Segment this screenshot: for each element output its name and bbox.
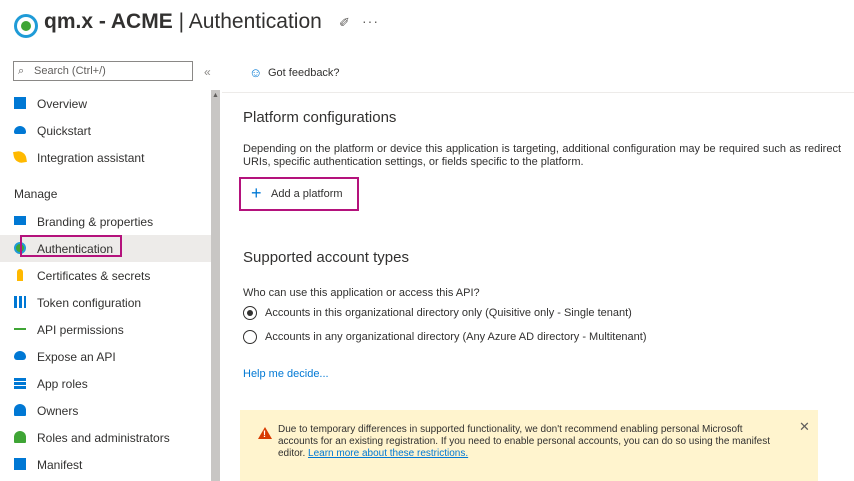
sidebar-item-token-configuration[interactable]: Token configuration	[0, 289, 211, 316]
manifest-icon	[14, 458, 26, 470]
rocket-icon	[13, 150, 27, 164]
sidebar-item-label: Certificates & secrets	[37, 269, 151, 283]
sidebar-item-label: Integration assistant	[37, 151, 145, 165]
pin-icon[interactable]: ✐	[339, 15, 350, 31]
feedback-label: Got feedback?	[268, 67, 340, 79]
token-icon	[14, 296, 26, 308]
account-question: Who can use this application or access t…	[243, 287, 480, 299]
learn-more-link[interactable]: Learn more about these restrictions.	[308, 448, 468, 459]
branding-icon	[14, 216, 26, 225]
sidebar-item-label: Branding & properties	[37, 215, 154, 229]
toolbar-divider	[222, 92, 854, 93]
title-bar: qm.x - ACME | Authentication ✐ ···	[0, 0, 854, 52]
sidebar-item-manifest[interactable]: Manifest	[0, 451, 211, 478]
radio-button-checked[interactable]	[243, 306, 257, 320]
search-box[interactable]: ⌕	[13, 61, 193, 81]
close-icon[interactable]: ✕	[799, 419, 810, 435]
sidebar-item-quickstart[interactable]: Quickstart	[0, 117, 211, 144]
sidebar-item-expose-api[interactable]: Expose an API	[0, 343, 211, 370]
account-types-heading: Supported account types	[243, 249, 409, 266]
sidebar-item-label: Owners	[37, 404, 79, 418]
sidebar-item-roles-administrators[interactable]: Roles and administrators	[0, 424, 211, 451]
page-title: qm.x - ACME | Authentication	[44, 10, 322, 33]
sidebar-item-label: Expose an API	[37, 350, 116, 364]
authentication-highlight	[20, 235, 122, 257]
sidebar-item-label: App roles	[37, 377, 88, 391]
warning-text: Due to temporary differences in supporte…	[278, 424, 770, 459]
sidebar-item-app-roles[interactable]: App roles	[0, 370, 211, 397]
add-platform-label: Add a platform	[271, 188, 343, 200]
sidebar-scrollbar[interactable]	[211, 90, 220, 481]
roles-icon	[14, 377, 26, 389]
api-icon	[14, 328, 26, 330]
key-icon	[17, 269, 23, 281]
cloud-icon	[14, 351, 26, 360]
sidebar-item-label: Roles and administrators	[37, 431, 170, 445]
help-me-decide-link[interactable]: Help me decide...	[243, 368, 329, 380]
plus-icon: +	[251, 183, 262, 203]
sidebar-item-label: API permissions	[37, 323, 124, 337]
sidebar-item-label: Manifest	[37, 458, 83, 472]
sidebar-item-api-permissions[interactable]: API permissions	[0, 316, 211, 343]
sidebar-item-certificates[interactable]: Certificates & secrets	[0, 262, 211, 289]
warning-banner: Due to temporary differences in supporte…	[240, 410, 818, 481]
more-icon[interactable]: ···	[362, 13, 379, 29]
feedback-icon: ☺	[249, 65, 263, 80]
sidebar-item-label: Token configuration	[37, 296, 142, 310]
platform-description: Depending on the platform or device this…	[243, 143, 841, 168]
sidebar-item-branding[interactable]: Branding & properties	[0, 208, 211, 235]
sidebar-item-integration-assistant[interactable]: Integration assistant	[0, 144, 211, 171]
search-icon: ⌕	[18, 65, 25, 77]
app-registration-icon	[14, 14, 38, 38]
sidebar-item-owners[interactable]: Owners	[0, 397, 211, 424]
radio-label: Accounts in this organizational director…	[265, 307, 632, 319]
sidebar-item-label: Overview	[37, 97, 88, 111]
platform-heading: Platform configurations	[243, 109, 397, 126]
admin-icon	[14, 431, 26, 443]
warning-icon	[258, 427, 272, 439]
grid-icon	[14, 97, 26, 109]
sidebar-item-overview[interactable]: Overview	[0, 90, 211, 117]
owners-icon	[14, 404, 26, 416]
search-input[interactable]	[34, 63, 184, 79]
sidebar-item-label: Quickstart	[37, 124, 92, 138]
collapse-sidebar-icon[interactable]: «	[204, 65, 211, 79]
radio-button-unchecked[interactable]	[243, 330, 257, 344]
main-content: ☺ Got feedback? Platform configurations …	[222, 52, 854, 481]
cloud-icon	[14, 126, 26, 134]
sidebar: ⌕ « ▲ Overview Quickstart Integration as…	[0, 52, 222, 481]
scroll-up-icon[interactable]: ▲	[212, 92, 219, 99]
add-platform-button[interactable]: + Add a platform	[239, 177, 359, 211]
radio-label: Accounts in any organizational directory…	[265, 331, 647, 343]
section-manage: Manage	[14, 187, 58, 201]
